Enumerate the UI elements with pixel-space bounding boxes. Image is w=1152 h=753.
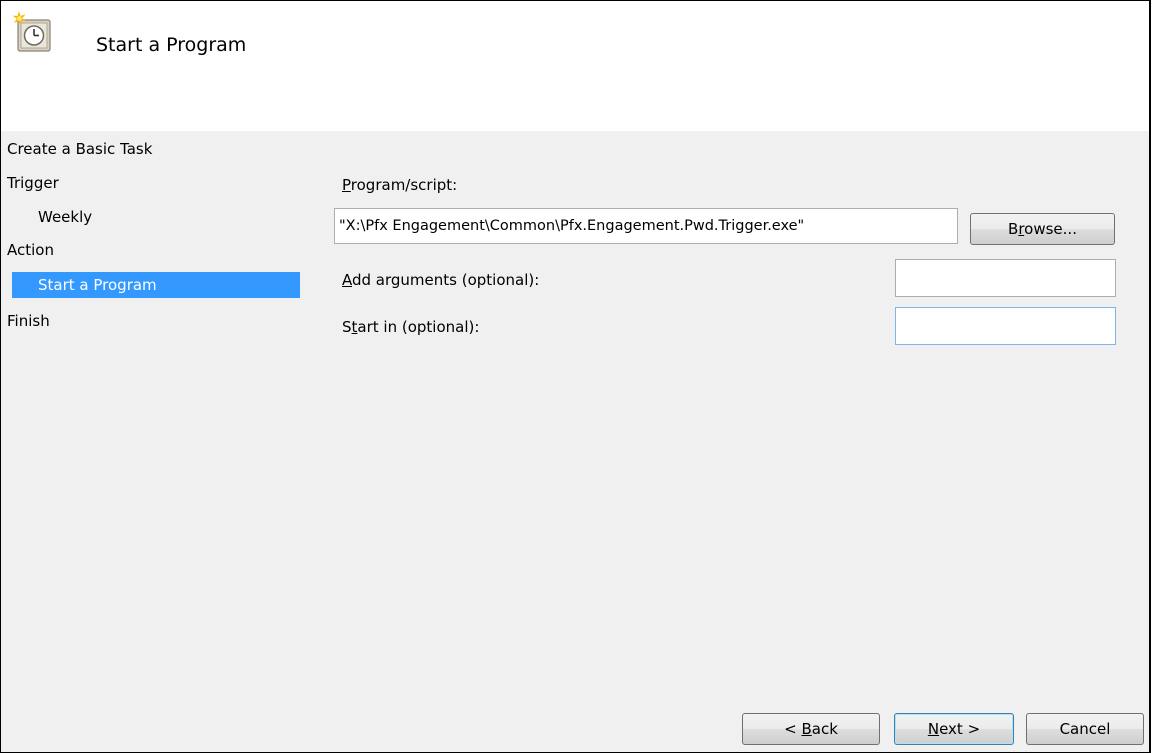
step-start-a-program[interactable]: Start a Program [12, 272, 300, 298]
add-arguments-input[interactable] [895, 259, 1116, 297]
step-finish[interactable]: Finish [7, 308, 50, 334]
add-arguments-label: Add arguments (optional): [342, 271, 540, 289]
start-in-input[interactable] [895, 307, 1116, 345]
step-action[interactable]: Action [7, 237, 54, 263]
next-button[interactable]: Next > [894, 713, 1014, 745]
back-button[interactable]: < Back [742, 713, 880, 745]
wizard-title: Start a Program [96, 34, 247, 56]
program-script-input[interactable]: "X:\Pfx Engagement\Common\Pfx.Engagement… [334, 208, 958, 244]
program-script-label: Program/script: [342, 176, 458, 194]
cancel-button[interactable]: Cancel [1026, 713, 1144, 745]
step-create-basic-task[interactable]: Create a Basic Task [7, 136, 152, 162]
scheduled-task-clock-icon [12, 11, 51, 52]
wizard-header: Start a Program [1, 1, 1149, 131]
start-in-label: Start in (optional): [342, 318, 480, 336]
step-trigger[interactable]: Trigger [7, 170, 59, 196]
step-weekly[interactable]: Weekly [38, 204, 92, 230]
browse-button[interactable]: Browse... [970, 213, 1115, 245]
create-basic-task-wizard: Start a Program Create a Basic Task Trig… [0, 0, 1151, 753]
